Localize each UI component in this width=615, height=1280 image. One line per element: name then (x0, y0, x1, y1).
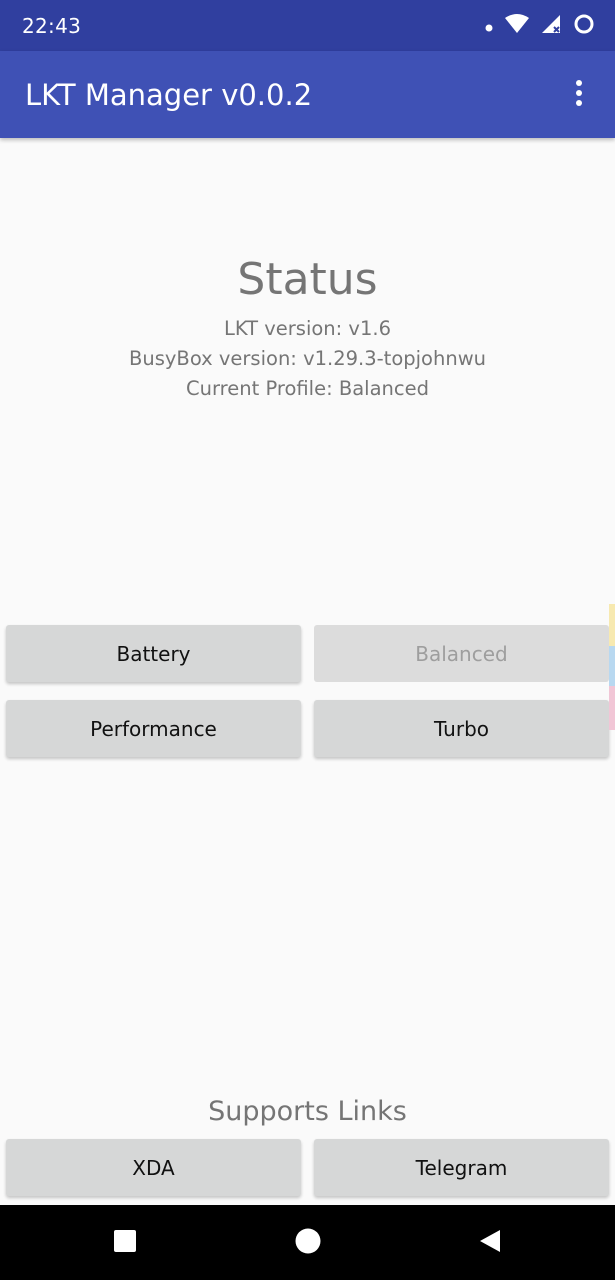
performance-profile-button[interactable]: Performance (6, 700, 301, 757)
overflow-menu-button[interactable] (561, 73, 597, 117)
back-icon (479, 1229, 501, 1257)
wifi-icon (505, 14, 529, 38)
balanced-profile-button[interactable]: Balanced (314, 625, 609, 682)
battery-profile-button[interactable]: Battery (6, 625, 301, 682)
home-icon (295, 1228, 321, 1258)
back-button[interactable] (450, 1205, 530, 1280)
recents-button[interactable] (85, 1205, 165, 1280)
current-profile-text: Current Profile: Balanced (186, 377, 429, 400)
recents-icon (114, 1229, 136, 1256)
edge-overlay-pink (609, 686, 615, 730)
overflow-menu-icon (575, 80, 583, 110)
battery-icon (573, 13, 595, 39)
status-section: Status LKT version: v1.6 BusyBox version… (0, 250, 615, 404)
edge-overlay-yellow (609, 604, 615, 646)
navigation-bar (0, 1205, 615, 1280)
status-title: Status (237, 254, 378, 305)
clock: 22:43 (22, 14, 82, 38)
home-button[interactable] (268, 1205, 348, 1280)
status-icons (485, 12, 595, 40)
notification-dot-icon (485, 17, 493, 36)
xda-link-button[interactable]: XDA (6, 1139, 301, 1196)
telegram-link-button[interactable]: Telegram (314, 1139, 609, 1196)
app-bar: LKT Manager v0.0.2 (0, 51, 615, 138)
cellular-signal-icon (541, 14, 561, 38)
lkt-version-text: LKT version: v1.6 (224, 317, 391, 340)
app-title: LKT Manager v0.0.2 (25, 78, 313, 112)
busybox-version-text: BusyBox version: v1.29.3-topjohnwu (129, 347, 486, 370)
edge-overlay-blue (609, 646, 615, 686)
turbo-profile-button[interactable]: Turbo (314, 700, 609, 757)
status-bar: 22:43 (0, 0, 615, 51)
support-links-title: Supports Links (208, 1096, 407, 1127)
